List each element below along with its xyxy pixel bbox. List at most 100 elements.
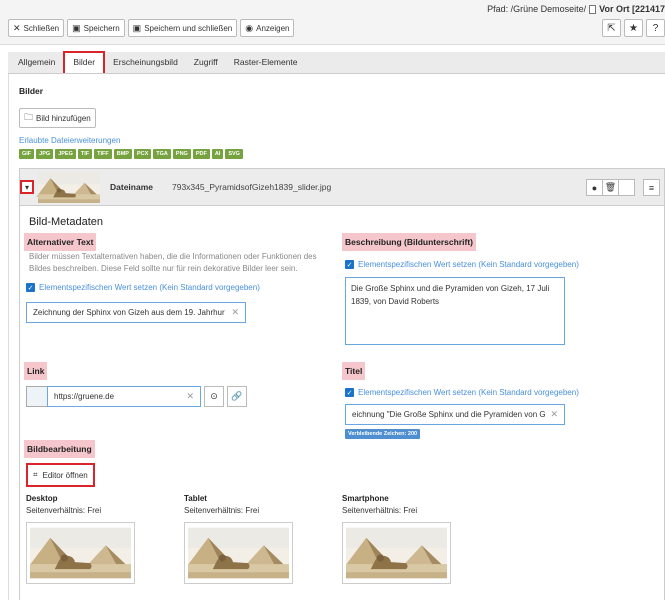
alt-text-help: Bilder müssen Textalternativen haben, di… [29,252,317,273]
extension-badge: PCX [133,149,152,159]
checkmark-icon: ✓ [345,388,354,397]
toolbar: ✕ Schließen ▣ Speichern ▣ Speichern und … [8,19,295,37]
extension-badge: BMP [113,149,132,159]
toggle-switch-icon[interactable]: ● [586,179,603,196]
folder-icon: 🗀 [24,112,34,122]
extension-badge: GIF [19,149,35,159]
open-editor-label: Editor öffnen [42,470,88,480]
title-checkbox[interactable]: ✓ Elementspezifischen Wert setzen (Kein … [345,388,579,397]
close-button[interactable]: ✕ Schließen [8,19,65,37]
help-icon[interactable]: ? [646,19,665,37]
extension-list: GIF JPG JPEG TIF TIFF BMP PCX TGA PNG PD… [19,149,243,159]
extension-badge: SVG [225,149,243,159]
title-value: eichnung "Die Große Sphinx und die Pyram… [352,410,546,419]
allowed-extensions-label[interactable]: Erlaubte Dateierweiterungen [19,136,120,145]
metadata-title: Bild-Metadaten [29,216,103,228]
eye-icon: ◉ [245,22,254,33]
tab-images[interactable]: Bilder [63,51,106,73]
link-browse-icon[interactable]: ⊙ [204,386,224,407]
crop-smartphone-title: Smartphone [342,494,389,503]
path-current: Vor Ort [221417 [599,4,665,14]
tab-appearance[interactable]: Erscheinungsbild [105,51,186,73]
clear-icon[interactable]: ✕ [550,409,558,420]
tab-access[interactable]: Zugriff [186,51,226,73]
clear-icon[interactable]: ✕ [231,307,239,318]
image-editing-label: Bildbearbeitung [24,440,95,458]
tab-grid-elements[interactable]: Raster-Elemente [226,51,306,73]
star-icon[interactable]: ★ [624,19,643,37]
close-label: Schließen [23,23,60,33]
checkmark-icon: ✓ [345,260,354,269]
alt-text-label: Alternativer Text [24,233,97,251]
toolbar-right: ⇱ ★ ? [602,19,665,37]
link-label: Link [24,362,48,380]
empty-action[interactable] [618,179,635,196]
extension-badge: AI [211,149,224,159]
breadcrumb: Pfad: /Grüne Demoseite/ Vor Ort [221417 [487,3,665,15]
alt-text-checkbox[interactable]: ✓ Elementspezifischen Wert setzen (Kein … [26,283,260,292]
title-input[interactable]: eichnung "Die Große Sphinx und die Pyram… [345,404,565,425]
extension-badge: JPEG [55,149,76,159]
title-checkbox-label: Elementspezifischen Wert setzen (Kein St… [358,388,579,397]
crop-smartphone-preview[interactable] [342,522,451,584]
trash-icon[interactable]: 🗑 [602,179,619,196]
collapse-toggle[interactable]: ▾ [20,180,34,194]
extension-badge: PNG [172,149,191,159]
tab-content: Bilder 🗀 Bild hinzufügen Erlaubte Dateie… [8,74,665,600]
crop-desktop-image [30,526,131,580]
link-value: https://gruene.de [54,392,115,401]
crop-icon: ⌗ [33,470,38,479]
save-button[interactable]: ▣ Speichern [67,19,125,37]
save-close-label: Speichern und schließen [144,23,233,33]
tab-bar: Allgemein Bilder Erscheinungsbild Zugrif… [8,51,665,74]
description-textarea[interactable]: Die Große Sphinx und die Pyramiden von G… [345,277,565,345]
add-image-button[interactable]: 🗀 Bild hinzufügen [19,108,96,128]
description-label: Beschreibung (Bildunterschrift) [342,233,476,251]
description-checkbox[interactable]: ✓ Elementspezifischen Wert setzen (Kein … [345,260,579,269]
path-label: Pfad: /Grüne Demoseite/ [487,4,587,14]
crop-desktop-ratio: Seitenverhältnis: Frei [26,506,102,515]
extension-badge: PDF [192,149,210,159]
external-link-icon[interactable]: ⇱ [602,19,621,37]
description-checkbox-label: Elementspezifischen Wert setzen (Kein St… [358,260,579,269]
section-title: Bilder [19,86,44,96]
crop-tablet-title: Tablet [184,494,207,503]
link-input[interactable]: https://gruene.de ✕ [47,386,201,407]
clear-icon[interactable]: ✕ [186,391,194,402]
alt-text-input[interactable]: Zeichnung der Sphinx von Gizeh aus dem 1… [26,302,246,323]
image-item-header: ▾ Dateiname 793x345_PyramidsofGizeh1839_… [20,169,664,206]
chain-link-icon[interactable]: 🔗 [227,386,247,407]
remaining-chars-badge: Verbleibende Zeichen: 200 [345,429,421,439]
save-close-button[interactable]: ▣ Speichern und schließen [127,19,238,37]
crop-desktop-title: Desktop [26,494,58,503]
top-bar: Pfad: /Grüne Demoseite/ Vor Ort [221417 … [0,0,665,45]
close-icon: ✕ [13,22,21,33]
checkmark-icon: ✓ [26,283,35,292]
crop-tablet-image [188,526,289,580]
open-editor-button[interactable]: ⌗ Editor öffnen [26,463,95,487]
crop-tablet-preview[interactable] [184,522,293,584]
extension-badge: TGA [153,149,171,159]
menu-icon[interactable]: ≡ [643,179,660,196]
alt-text-value: Zeichnung der Sphinx von Gizeh aus dem 1… [33,308,225,317]
filename-label: Dateiname [110,182,153,192]
crop-smartphone-ratio: Seitenverhältnis: Frei [342,506,418,515]
add-image-label: Bild hinzufügen [36,113,91,123]
crop-tablet-ratio: Seitenverhältnis: Frei [184,506,260,515]
title-label: Titel [342,362,366,380]
chevron-down-icon: ▾ [24,182,29,192]
filename-value: 793x345_PyramidsofGizeh1839_slider.jpg [172,182,332,192]
save-label: Speichern [83,23,120,33]
tab-general[interactable]: Allgemein [10,51,63,73]
extension-badge: JPG [36,149,54,159]
link-type-selector[interactable] [26,386,48,407]
image-thumbnail [34,172,104,203]
view-button[interactable]: ◉ Anzeigen [240,19,295,37]
alt-text-checkbox-label: Elementspezifischen Wert setzen (Kein St… [39,283,260,292]
save-icon: ▣ [132,22,142,33]
save-icon: ▣ [72,22,81,33]
crop-desktop-preview[interactable] [26,522,135,584]
extension-badge: TIF [77,149,93,159]
file-icon [589,4,597,14]
image-item-panel: ▾ Dateiname 793x345_PyramidsofGizeh1839_… [19,168,665,600]
